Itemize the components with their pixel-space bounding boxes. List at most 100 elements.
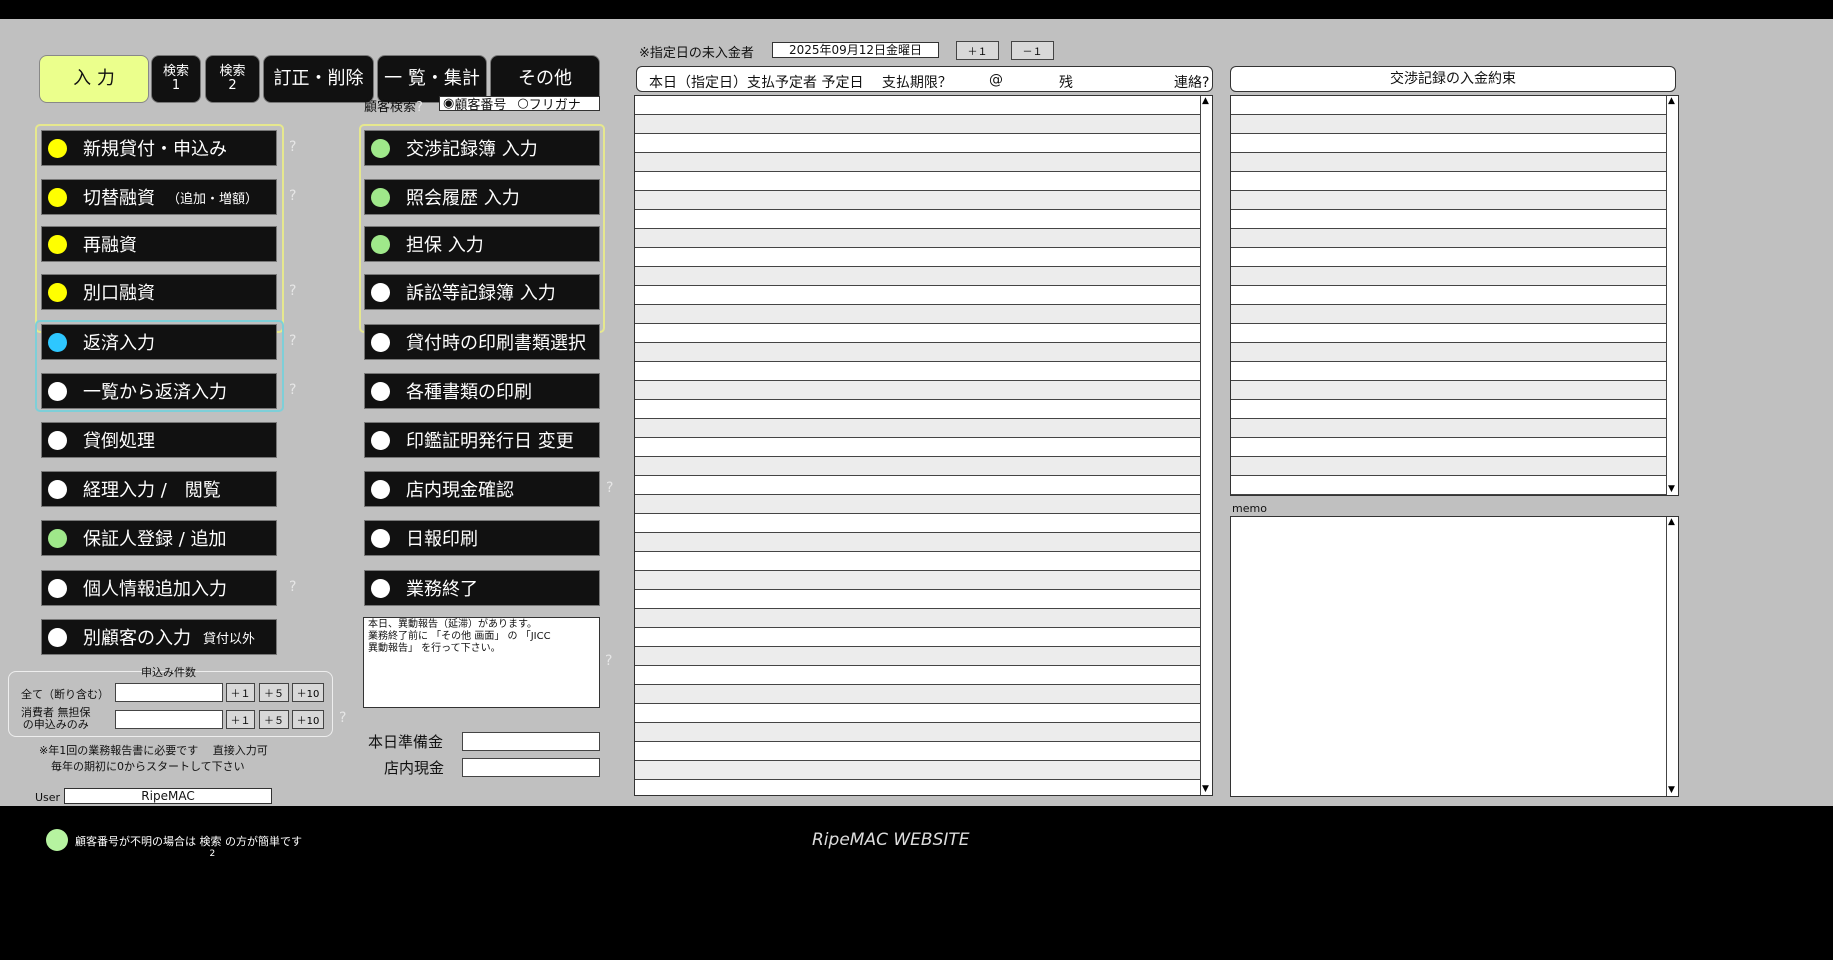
applications-all-plus1-button[interactable]: ＋１ bbox=[226, 683, 255, 702]
footer-hint-link[interactable]: 検索 2 bbox=[200, 835, 222, 859]
list-row[interactable] bbox=[635, 647, 1201, 666]
applications-all-plus5-button[interactable]: ＋５ bbox=[259, 683, 289, 702]
scroll-up-icon[interactable]: ▲ bbox=[1668, 518, 1675, 527]
tab-search-1[interactable]: 検索 1 bbox=[151, 55, 201, 103]
applications-all-input[interactable] bbox=[115, 683, 223, 702]
radio-furigana[interactable]: ○ bbox=[517, 96, 528, 111]
list-row[interactable] bbox=[635, 343, 1201, 362]
list-row[interactable] bbox=[1231, 96, 1667, 115]
mid-button-5[interactable]: 各種書類の印刷 bbox=[364, 373, 600, 409]
left-help-4[interactable]: ? bbox=[289, 333, 296, 349]
list-row[interactable] bbox=[635, 495, 1201, 514]
left-help-0[interactable]: ? bbox=[289, 139, 296, 155]
list-row[interactable] bbox=[635, 305, 1201, 324]
list-row[interactable] bbox=[1231, 172, 1667, 191]
left-button-9[interactable]: 個人情報追加入力 bbox=[41, 570, 277, 606]
left-button-10[interactable]: 別顧客の入力 貸付以外 bbox=[41, 619, 277, 655]
left-button-7[interactable]: 経理入力 / 閲覧 bbox=[41, 471, 277, 507]
scroll-down-icon[interactable]: ▼ bbox=[1202, 785, 1209, 794]
list-row[interactable] bbox=[1231, 248, 1667, 267]
list-row[interactable] bbox=[635, 286, 1201, 305]
list-row[interactable] bbox=[635, 514, 1201, 533]
list-row[interactable] bbox=[1231, 343, 1667, 362]
radio-customer-number[interactable]: ◉ bbox=[443, 96, 454, 111]
list-row[interactable] bbox=[1231, 229, 1667, 248]
left-button-4[interactable]: 返済入力 bbox=[41, 324, 277, 360]
list-row[interactable] bbox=[635, 115, 1201, 134]
left-button-6[interactable]: 貸倒処理 bbox=[41, 422, 277, 458]
list-row[interactable] bbox=[635, 571, 1201, 590]
unpaid-date-field[interactable]: 2025年09月12日金曜日 bbox=[772, 42, 939, 58]
mid-button-2[interactable]: 担保 入力 bbox=[364, 226, 600, 262]
list-row[interactable] bbox=[635, 685, 1201, 704]
left-button-3[interactable]: 別口融資 bbox=[41, 274, 277, 310]
list-row[interactable] bbox=[1231, 191, 1667, 210]
list-row[interactable] bbox=[1231, 153, 1667, 172]
list-row[interactable] bbox=[635, 419, 1201, 438]
memo-textarea[interactable]: ▲ ▼ bbox=[1230, 516, 1679, 797]
list-row[interactable] bbox=[635, 362, 1201, 381]
scroll-down-icon[interactable]: ▼ bbox=[1668, 786, 1675, 795]
list-row[interactable] bbox=[635, 609, 1201, 628]
left-help-1[interactable]: ? bbox=[289, 188, 296, 204]
list-row[interactable] bbox=[1231, 134, 1667, 153]
website-link[interactable]: RipeMAC WEBSITE bbox=[812, 830, 970, 850]
list-row[interactable] bbox=[635, 153, 1201, 172]
mid-help-7[interactable]: ? bbox=[606, 480, 613, 496]
left-button-5[interactable]: 一覧から返済入力 bbox=[41, 373, 277, 409]
list-row[interactable] bbox=[635, 400, 1201, 419]
list-row[interactable] bbox=[1231, 210, 1667, 229]
applications-all-plus10-button[interactable]: ＋10 bbox=[292, 683, 324, 702]
applications-consumer-input[interactable] bbox=[115, 710, 223, 729]
list-row[interactable] bbox=[635, 666, 1201, 685]
list-row[interactable] bbox=[635, 533, 1201, 552]
list-row[interactable] bbox=[635, 438, 1201, 457]
tab-input[interactable]: 入 力 bbox=[39, 55, 149, 103]
list-row[interactable] bbox=[1231, 476, 1667, 495]
list-row[interactable] bbox=[1231, 400, 1667, 419]
mid-button-6[interactable]: 印鑑証明発行日 変更 bbox=[364, 422, 600, 458]
applications-consumer-plus5-button[interactable]: ＋５ bbox=[259, 710, 289, 729]
list-row[interactable] bbox=[635, 552, 1201, 571]
list-row[interactable] bbox=[1231, 438, 1667, 457]
list-row[interactable] bbox=[635, 248, 1201, 267]
list-row[interactable] bbox=[1231, 362, 1667, 381]
list-row[interactable] bbox=[635, 476, 1201, 495]
left-help-9[interactable]: ? bbox=[289, 579, 296, 595]
list-row[interactable] bbox=[1231, 324, 1667, 343]
schedule-list-scrollbar[interactable]: ▲ ▼ bbox=[1200, 96, 1212, 795]
left-help-5[interactable]: ? bbox=[289, 382, 296, 398]
date-minus-button[interactable]: －１ bbox=[1011, 41, 1054, 60]
list-row[interactable] bbox=[635, 457, 1201, 476]
reserve-cash-input[interactable] bbox=[462, 732, 600, 751]
list-row[interactable] bbox=[1231, 286, 1667, 305]
list-row[interactable] bbox=[1231, 419, 1667, 438]
list-row[interactable] bbox=[1231, 305, 1667, 324]
list-row[interactable] bbox=[635, 96, 1201, 115]
list-row[interactable] bbox=[635, 229, 1201, 248]
list-row[interactable] bbox=[635, 210, 1201, 229]
left-button-0[interactable]: 新規貸付・申込み bbox=[41, 130, 277, 166]
list-row[interactable] bbox=[635, 628, 1201, 647]
list-row[interactable] bbox=[635, 780, 1201, 795]
list-row[interactable] bbox=[1231, 115, 1667, 134]
list-row[interactable] bbox=[635, 723, 1201, 742]
list-row[interactable] bbox=[635, 267, 1201, 286]
promise-list[interactable]: ▲ ▼ bbox=[1230, 95, 1679, 496]
schedule-list[interactable]: ▲ ▼ bbox=[634, 95, 1213, 796]
list-row[interactable] bbox=[635, 134, 1201, 153]
notice-help[interactable]: ? bbox=[605, 653, 612, 669]
list-row[interactable] bbox=[635, 172, 1201, 191]
scroll-down-icon[interactable]: ▼ bbox=[1668, 485, 1675, 494]
memo-scrollbar[interactable]: ▲ ▼ bbox=[1666, 517, 1678, 796]
mid-button-1[interactable]: 照会履歴 入力 bbox=[364, 179, 600, 215]
left-button-1[interactable]: 切替融資 （追加・増額） bbox=[41, 179, 277, 215]
list-row[interactable] bbox=[635, 761, 1201, 780]
mid-button-7[interactable]: 店内現金確認 bbox=[364, 471, 600, 507]
tab-correct-delete[interactable]: 訂正・削除 bbox=[263, 55, 374, 103]
applications-consumer-plus1-button[interactable]: ＋１ bbox=[226, 710, 255, 729]
list-row[interactable] bbox=[1231, 457, 1667, 476]
left-help-3[interactable]: ? bbox=[289, 283, 296, 299]
scroll-up-icon[interactable]: ▲ bbox=[1668, 97, 1675, 106]
list-row[interactable] bbox=[1231, 267, 1667, 286]
